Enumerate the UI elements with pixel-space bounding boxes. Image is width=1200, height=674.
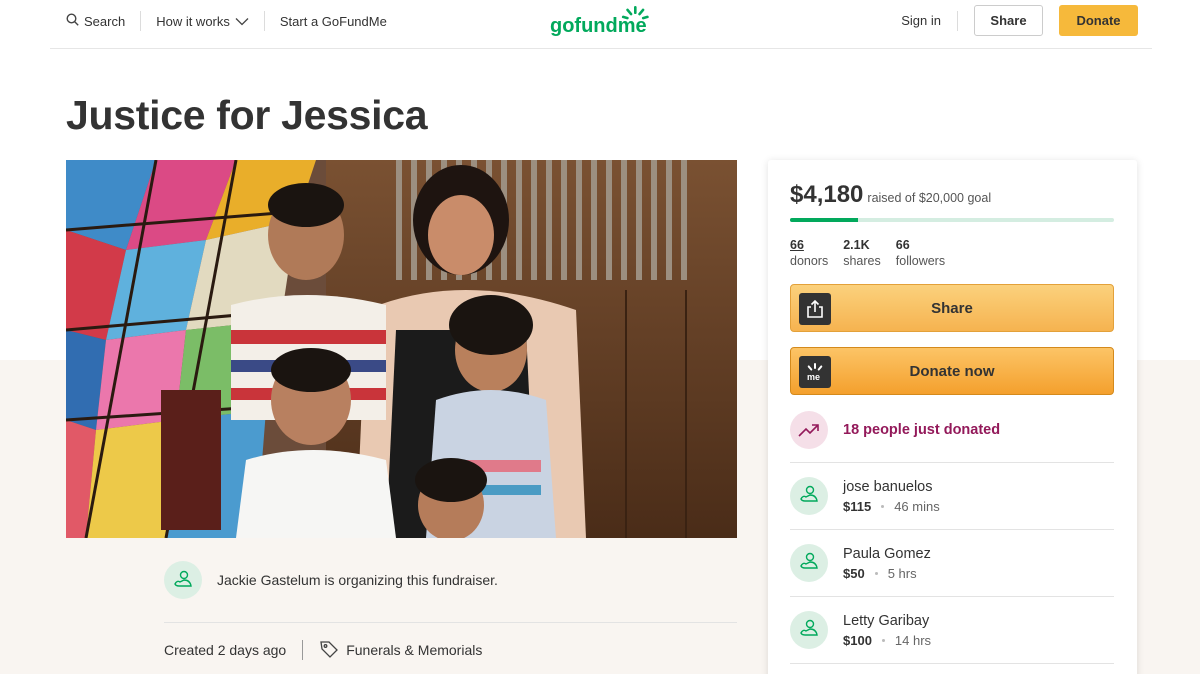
donate-now-label: Donate now [909,362,995,380]
category-label: Funerals & Memorials [346,642,483,658]
donation-time: 46 mins [894,498,940,514]
svg-text:me: me [807,372,820,382]
donation-info: Letty Garibay $100 14 hrs [843,613,931,648]
organizer-avatar [164,561,202,599]
campaign-photo[interactable] [66,160,737,538]
stat-label: followers [895,254,946,268]
nav-left: Search How it works Start a GoFundMe [66,0,387,42]
trending-up-icon [790,411,828,449]
progress-bar [790,218,1114,222]
stat-number: 66 [790,238,804,252]
user-icon [173,569,193,592]
donor-name: jose banuelos [843,478,933,495]
campaign-title: Justice for Jessica [66,92,428,138]
donation-detail: $115 46 mins [843,499,940,514]
chevron-down-icon [235,14,249,29]
donation-item: Paula Gomez $50 5 hrs [790,529,1114,596]
search-label: Search [84,13,126,29]
campaign-meta: Created 2 days ago Funerals & Memorials [164,638,482,662]
donation-info: jose banuelos $115 46 mins [843,479,940,514]
organizer-text: Jackie Gastelum is organizing this fundr… [217,572,498,588]
sign-in-link[interactable]: Sign in [901,13,941,28]
gofundme-donate-icon: me [799,356,831,388]
progress-fill [790,218,858,222]
stats-row: 66 donors 2.1K shares 66 followers [790,237,945,269]
meta-divider [302,640,304,660]
donate-button-top[interactable]: Donate [1059,5,1138,36]
stat-label: shares [843,254,881,268]
organizer-row: Jackie Gastelum is organizing this fundr… [164,561,498,599]
donation-list: jose banuelos $115 46 mins Paula Gomez $… [790,462,1114,664]
share-label: Share [931,299,973,317]
separator-dot [874,571,878,575]
stat-shares: 2.1K shares [843,237,881,269]
donation-item: jose banuelos $115 46 mins [790,462,1114,529]
donor-avatar [790,544,828,582]
created-date: Created 2 days ago [164,642,287,658]
nav-right: Sign in Share Donate [901,5,1138,36]
goal-text: raised of $20,000 goal [867,191,992,205]
search-icon [66,13,79,29]
logo-wordmark: gofundme [550,15,647,37]
donation-item: Letty Garibay $100 14 hrs [790,596,1114,663]
recent-donations-banner: 18 people just donated [790,411,1000,449]
start-gofundme-link[interactable]: Start a GoFundMe [280,14,387,29]
start-gofundme-label: Start a GoFundMe [279,13,387,29]
how-it-works-label: How it works [156,13,230,29]
tag-icon [319,639,339,662]
nav-divider [263,11,265,31]
donation-detail: $50 5 hrs [843,566,931,581]
separator-dot [881,638,885,642]
donation-time: 5 hrs [887,565,917,581]
top-nav: Search How it works Start a GoFundMe gof… [50,0,1152,49]
donor-name: Paula Gomez [843,545,931,562]
donation-detail: $100 14 hrs [843,633,931,648]
how-it-works-menu[interactable]: How it works [156,14,249,29]
donation-amount: $50 [843,565,865,581]
nav-divider [140,11,142,31]
stat-number: 2.1K [843,238,870,252]
donation-amount: $100 [843,632,872,648]
recent-donations-text: 18 people just donated [843,422,1001,438]
donor-avatar [790,611,828,649]
donation-info: Paula Gomez $50 5 hrs [843,546,931,581]
nav-divider [957,10,958,31]
donation-amount: $115 [843,498,872,514]
stat-followers: 66 followers [896,237,945,269]
donor-name: Letty Garibay [843,612,930,629]
share-button-top[interactable]: Share [974,5,1043,36]
gofundme-logo[interactable]: gofundme [550,5,654,42]
divider [790,663,1114,664]
search-link[interactable]: Search [66,13,125,29]
stat-donors[interactable]: 66 donors [790,237,828,269]
share-icon [799,293,831,325]
stat-number: 66 [895,238,910,252]
category-link[interactable]: Funerals & Memorials [319,639,482,662]
share-button[interactable]: Share [790,284,1114,332]
donor-avatar [790,477,828,515]
donate-now-button[interactable]: me Donate now [790,347,1114,395]
user-icon [799,551,819,576]
raised-amount: $4,180 [790,181,864,208]
donation-card: $4,180 raised of $20,000 goal 66 donors … [768,160,1137,674]
divider [164,622,737,623]
donation-time: 14 hrs [894,632,932,648]
separator-dot [881,504,885,508]
user-icon [799,484,819,509]
stat-label: donors [790,254,829,268]
amount-row: $4,180 raised of $20,000 goal [790,181,991,209]
user-icon [799,618,819,643]
